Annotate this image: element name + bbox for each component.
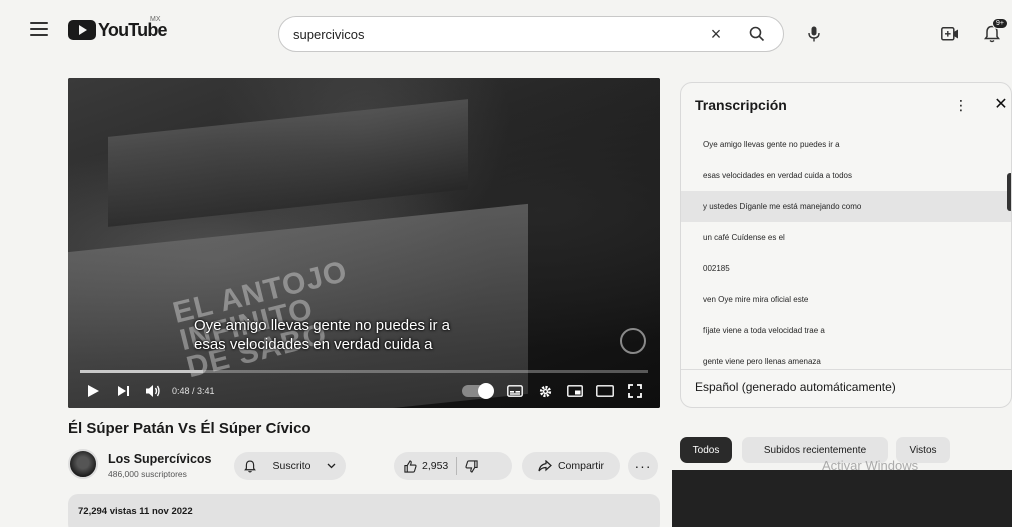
- volume-icon: [146, 385, 160, 397]
- channel-watermark-icon: [620, 328, 646, 354]
- video-title: Él Súper Patán Vs Él Súper Cívico: [68, 420, 311, 437]
- mic-button[interactable]: [800, 20, 828, 48]
- subscriber-count: 486,000 suscriptores: [108, 469, 187, 479]
- transcript-line[interactable]: fíjate viene a toda velocidad trae a: [681, 315, 1011, 346]
- create-button[interactable]: [938, 22, 962, 46]
- thumbs-down-icon: [465, 459, 478, 473]
- theater-icon: [596, 385, 614, 397]
- transcript-language-selector[interactable]: Español (generado automáticamente): [681, 369, 1011, 407]
- dislike-button[interactable]: [465, 459, 478, 473]
- next-button[interactable]: [108, 376, 138, 406]
- close-icon[interactable]: ×: [701, 24, 731, 45]
- time-display: 0:48 / 3:41: [172, 386, 215, 396]
- subtitles-button[interactable]: [500, 376, 530, 406]
- share-label: Compartir: [557, 460, 605, 472]
- transcript-line[interactable]: un café Cuídense es el: [681, 222, 1011, 253]
- theater-mode-button[interactable]: [590, 376, 620, 406]
- close-icon[interactable]: ✕: [991, 93, 1011, 115]
- player-controls: 0:48 / 3:41: [68, 374, 660, 408]
- notifications-button[interactable]: 9+: [980, 18, 1008, 46]
- subscribe-button[interactable]: Suscrito: [234, 452, 346, 480]
- autoplay-toggle[interactable]: [462, 383, 494, 399]
- video-player[interactable]: EL ANTOJO INFINITO DE SABO Oye amigo lle…: [68, 78, 660, 408]
- kebab-menu-icon[interactable]: ⋮: [953, 95, 969, 115]
- transcript-line[interactable]: ven Oye mire mira oficial este: [681, 284, 1011, 315]
- notification-badge: 9+: [992, 18, 1008, 29]
- youtube-logo[interactable]: YouTube MX: [68, 16, 168, 42]
- transcript-line[interactable]: esas velocidades en verdad cuida a todos: [681, 160, 1011, 191]
- next-icon: [117, 386, 129, 396]
- menu-button[interactable]: [30, 22, 48, 38]
- progress-bar[interactable]: [80, 370, 648, 373]
- play-icon: [87, 385, 99, 397]
- search-button[interactable]: [731, 17, 783, 51]
- search-bar: ×: [278, 16, 784, 52]
- fullscreen-button[interactable]: [620, 376, 650, 406]
- transcript-line[interactable]: 002185: [681, 253, 1011, 284]
- play-button[interactable]: [78, 376, 108, 406]
- miniplayer-button[interactable]: [560, 376, 590, 406]
- views-date: 72,294 vistas 11 nov 2022: [78, 506, 193, 517]
- chevron-down-icon: [327, 463, 336, 469]
- miniplayer-icon: [567, 385, 583, 397]
- volume-button[interactable]: [138, 376, 168, 406]
- share-icon: [538, 460, 552, 472]
- share-button[interactable]: Compartir: [522, 452, 620, 480]
- top-bar: YouTube MX × 9+: [0, 0, 1012, 64]
- youtube-play-icon: [68, 20, 96, 40]
- avatar[interactable]: [68, 449, 98, 479]
- transcript-line[interactable]: gente viene pero llenas amenaza: [681, 346, 1011, 367]
- country-code: MX: [150, 16, 161, 23]
- channel-name[interactable]: Los Supercívicos: [108, 452, 212, 466]
- search-icon: [749, 26, 765, 42]
- progress-fill: [80, 370, 204, 373]
- related-video-thumbnail[interactable]: [672, 470, 1012, 527]
- bell-icon: [244, 460, 256, 472]
- hamburger-icon: [30, 22, 48, 24]
- subtitles-icon: [507, 385, 523, 397]
- subscribe-label: Suscrito: [272, 460, 311, 472]
- create-video-icon: [941, 27, 958, 41]
- mic-icon: [808, 26, 820, 42]
- video-captions: Oye amigo llevas gente no puedes ir a es…: [194, 317, 450, 353]
- transcript-panel: Transcripción ⋮ ✕ Oye amigo llevas gente…: [680, 82, 1012, 408]
- more-actions-button[interactable]: ···: [628, 452, 658, 480]
- scrollbar-thumb[interactable]: [1007, 173, 1011, 211]
- transcript-list[interactable]: Oye amigo llevas gente no puedes ir a es…: [681, 129, 1011, 367]
- transcript-line[interactable]: Oye amigo llevas gente no puedes ir a: [681, 129, 1011, 160]
- gear-icon: [539, 385, 551, 397]
- divider: [456, 457, 458, 475]
- description-box[interactable]: 72,294 vistas 11 nov 2022: [68, 494, 660, 527]
- chip-all[interactable]: Todos: [680, 437, 732, 463]
- like-count: 2,953: [422, 460, 449, 472]
- search-input[interactable]: [293, 26, 701, 42]
- fullscreen-icon: [628, 384, 642, 398]
- thumbs-up-icon: [404, 459, 417, 473]
- like-button[interactable]: 2,953: [404, 459, 449, 473]
- like-dislike-group: 2,953: [394, 452, 512, 480]
- transcript-line[interactable]: y ustedes Díganle me está manejando como: [681, 191, 1011, 222]
- windows-activation-watermark: Activar Windows: [822, 458, 919, 473]
- transcript-title: Transcripción: [695, 97, 787, 113]
- settings-button[interactable]: [530, 376, 560, 406]
